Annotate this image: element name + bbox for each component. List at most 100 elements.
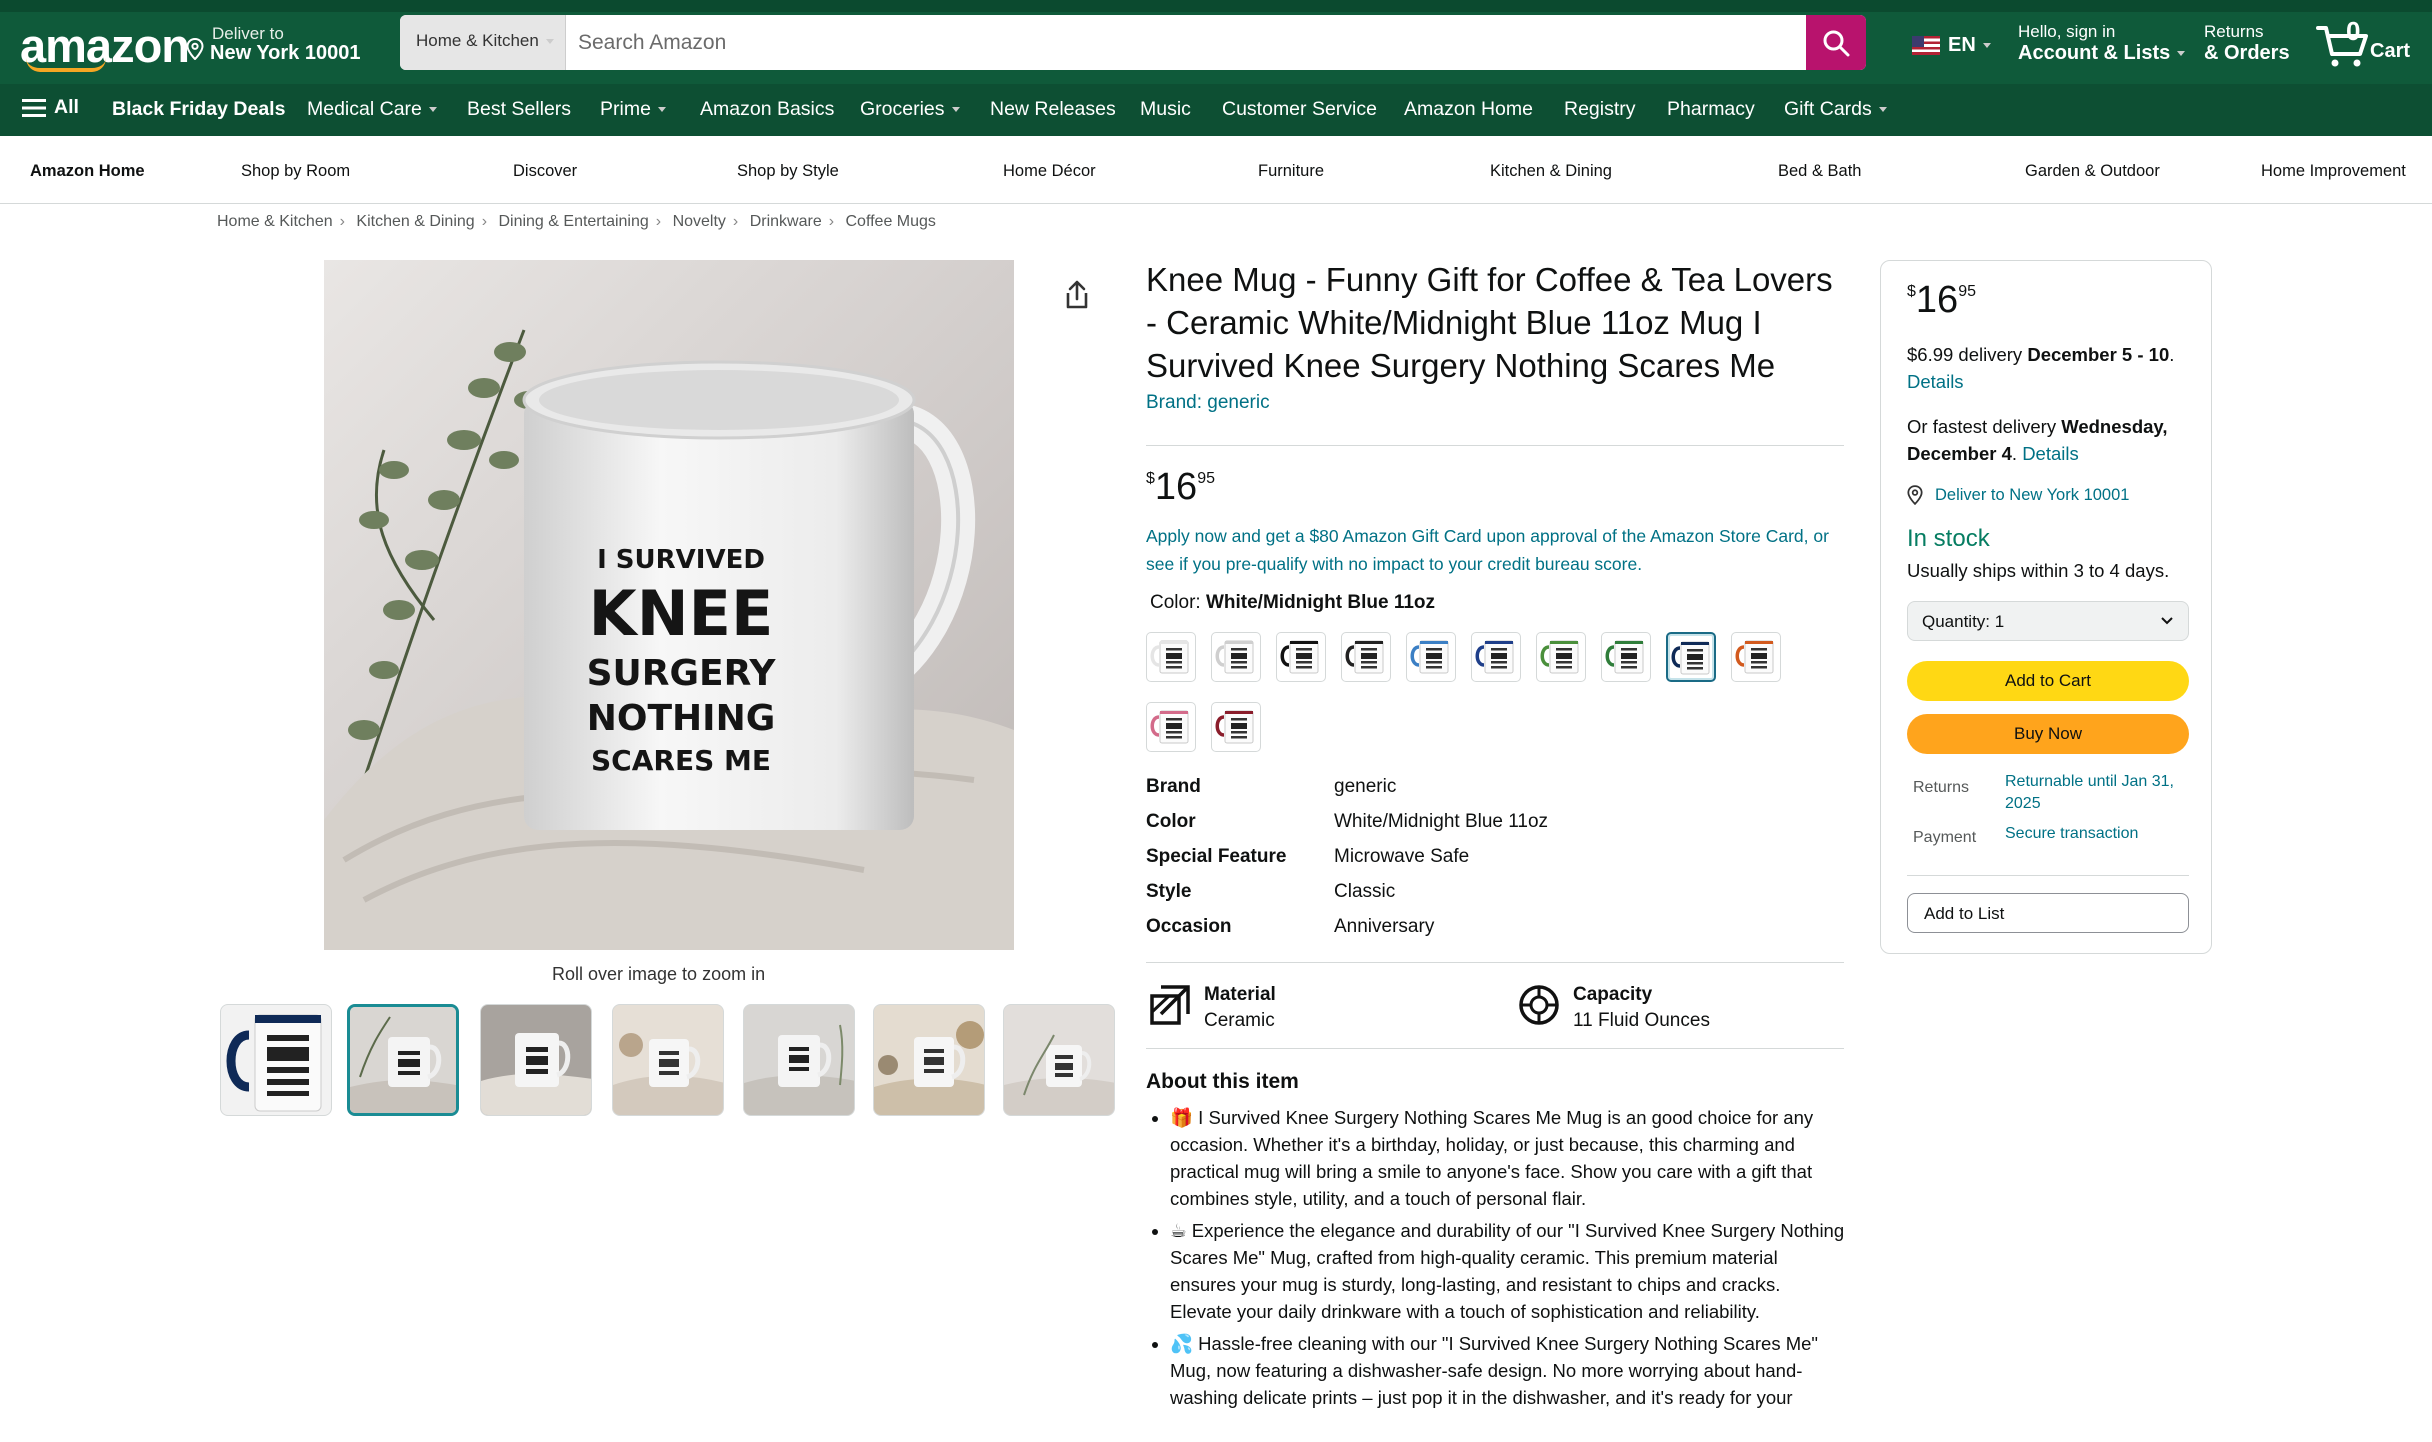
price-currency: $ <box>1146 470 1155 487</box>
breadcrumb-item[interactable]: Novelty <box>673 213 726 230</box>
breadcrumb-item[interactable]: Dining & Entertaining <box>498 213 648 230</box>
all-menu-button[interactable]: All <box>22 96 79 119</box>
nav-black-friday-deals[interactable]: Black Friday Deals <box>112 98 285 121</box>
nav-prime[interactable]: Prime <box>600 98 666 121</box>
add-to-list-button[interactable]: Add to List <box>1907 893 2189 933</box>
deliver-to-location-link: Deliver to New York 10001 <box>1935 485 2130 504</box>
thumbnail-selected[interactable] <box>347 1004 459 1116</box>
returns-label: Returns <box>1913 779 1970 796</box>
subnav-shop-by-room[interactable]: Shop by Room <box>241 162 350 181</box>
divider <box>1146 1048 1844 1049</box>
swatch-mug-image <box>1475 640 1514 674</box>
search-category-select[interactable]: Home & Kitchen <box>400 15 566 70</box>
returns-policy-link[interactable]: Returnable until Jan 31, 2025 <box>2005 771 2175 815</box>
divider <box>1146 445 1844 446</box>
cart-button[interactable]: 0 Cart <box>2316 14 2416 70</box>
mug-text-line2: KNEE <box>589 577 774 650</box>
color-swatch[interactable] <box>1536 632 1586 682</box>
swatch-mug-image <box>1605 640 1644 674</box>
delivery-details-link[interactable]: Details <box>1907 371 1964 392</box>
thumbnail[interactable] <box>743 1004 855 1116</box>
nav-groceries[interactable]: Groceries <box>860 98 960 121</box>
search-input[interactable] <box>566 15 1706 70</box>
subnav-kitchen-dining[interactable]: Kitchen & Dining <box>1490 162 1612 181</box>
stock-status: In stock <box>1907 525 1990 552</box>
add-to-cart-button[interactable]: Add to Cart <box>1907 661 2189 701</box>
thumbnail[interactable] <box>873 1004 985 1116</box>
nav-registry[interactable]: Registry <box>1564 98 1636 121</box>
nav-pharmacy[interactable]: Pharmacy <box>1667 98 1755 121</box>
us-flag-icon <box>1912 36 1940 55</box>
deliver-to-link[interactable]: Deliver to New York 10001 <box>1907 485 2129 505</box>
color-swatch[interactable] <box>1731 632 1781 682</box>
share-button[interactable] <box>1064 280 1090 315</box>
nav-medical-care[interactable]: Medical Care <box>307 98 437 121</box>
spec-value: generic <box>1334 776 1397 797</box>
subnav-garden-outdoor[interactable]: Garden & Outdoor <box>2025 162 2160 181</box>
swatch-mug-image <box>1280 640 1319 674</box>
breadcrumb-item[interactable]: Home & Kitchen <box>217 213 333 230</box>
subnav-home-decor[interactable]: Home Décor <box>1003 162 1096 181</box>
payment-label: Payment <box>1913 829 1977 846</box>
nav-music[interactable]: Music <box>1140 98 1191 121</box>
account-lists[interactable]: Hello, sign in Account & Lists <box>2018 22 2185 65</box>
subnav-amazon-home[interactable]: Amazon Home <box>30 162 145 181</box>
color-swatch[interactable] <box>1146 702 1196 752</box>
price-whole: 16 <box>1154 466 1198 508</box>
nav-amazon-basics[interactable]: Amazon Basics <box>700 98 834 121</box>
breadcrumb-item[interactable]: Coffee Mugs <box>846 213 936 230</box>
thumbnail[interactable] <box>1003 1004 1115 1116</box>
nav-gift-cards[interactable]: Gift Cards <box>1784 98 1887 121</box>
color-swatch[interactable] <box>1601 632 1651 682</box>
thumbnail[interactable] <box>480 1004 592 1116</box>
subnav-bed-bath[interactable]: Bed & Bath <box>1778 162 1861 181</box>
nav-new-releases[interactable]: New Releases <box>990 98 1116 121</box>
quantity-select[interactable]: Quantity: 1 <box>1907 601 2189 641</box>
spec-value: Classic <box>1334 881 1396 902</box>
swatch-mug-image <box>1540 640 1579 674</box>
buybox-price: $1695 <box>1907 279 1976 322</box>
color-swatch[interactable] <box>1471 632 1521 682</box>
brand-link[interactable]: Brand: generic <box>1146 392 1270 414</box>
breadcrumb-separator: › <box>732 213 739 230</box>
breadcrumb-separator: › <box>828 213 835 230</box>
breadcrumb-separator: › <box>339 213 345 230</box>
color-swatch[interactable] <box>1146 632 1196 682</box>
subnav-home-improvement[interactable]: Home Improvement <box>2261 162 2406 181</box>
thumbnail[interactable] <box>220 1004 332 1116</box>
store-card-promo[interactable]: Apply now and get a $80 Amazon Gift Card… <box>1146 522 1846 578</box>
swatch-mug-image <box>1735 640 1774 674</box>
thumbnail[interactable] <box>612 1004 724 1116</box>
subnav-shop-by-style[interactable]: Shop by Style <box>737 162 839 181</box>
returns-orders[interactable]: Returns & Orders <box>2204 22 2290 65</box>
subnav-discover[interactable]: Discover <box>513 162 577 181</box>
breadcrumb-item[interactable]: Kitchen & Dining <box>356 213 474 230</box>
buy-now-button[interactable]: Buy Now <box>1907 714 2189 754</box>
fastest-prefix: Or fastest delivery <box>1907 416 2062 437</box>
spec-value: Anniversary <box>1334 916 1435 937</box>
feature-capacity-value: 11 Fluid Ounces <box>1573 1010 1710 1031</box>
nav-best-sellers[interactable]: Best Sellers <box>467 98 571 121</box>
main-product-image[interactable]: I SURVIVED KNEE SURGERY NOTHING SCARES M… <box>324 260 1014 950</box>
quantity-value: Quantity: 1 <box>1922 612 2005 631</box>
delivery-suffix: . <box>2169 344 2175 365</box>
language-selector[interactable]: EN <box>1912 34 1991 57</box>
subnav-furniture[interactable]: Furniture <box>1258 162 1324 181</box>
color-swatch[interactable] <box>1211 702 1261 752</box>
nav-amazon-home[interactable]: Amazon Home <box>1404 98 1533 121</box>
color-swatch[interactable] <box>1341 632 1391 682</box>
color-swatch[interactable] <box>1276 632 1326 682</box>
search-button[interactable] <box>1806 15 1866 70</box>
nav-customer-service[interactable]: Customer Service <box>1222 98 1377 121</box>
swatch-mug-image <box>1410 640 1449 674</box>
swatch-mug-image <box>1215 710 1254 744</box>
feature-material-value: Ceramic <box>1204 1010 1275 1031</box>
breadcrumb-item[interactable]: Drinkware <box>750 213 822 230</box>
secure-transaction-link[interactable]: Secure transaction <box>2005 823 2138 845</box>
color-swatch-selected[interactable] <box>1666 632 1716 682</box>
fastest-details-link[interactable]: Details <box>2022 443 2079 464</box>
breadcrumb-separator: › <box>655 213 662 230</box>
color-swatch[interactable] <box>1211 632 1261 682</box>
ships-within: Usually ships within 3 to 4 days. <box>1907 560 2170 581</box>
color-swatch[interactable] <box>1406 632 1456 682</box>
